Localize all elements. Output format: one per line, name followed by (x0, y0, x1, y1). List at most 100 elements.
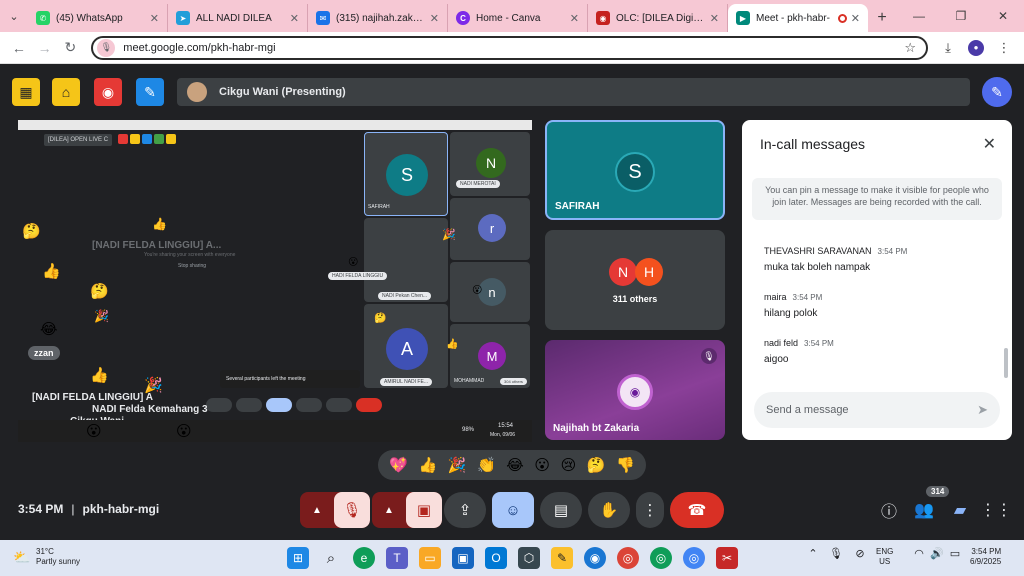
record-extension-icon[interactable]: ◉ (94, 78, 122, 106)
wifi-icon[interactable]: ◠ (912, 547, 926, 560)
clock-time: 3:54 PM (971, 547, 1002, 556)
chat-icon[interactable]: ▰ (948, 498, 972, 522)
reload-button[interactable]: ↻ (58, 35, 84, 61)
people-icon[interactable]: 👥 (912, 498, 936, 522)
microphone-tray-icon[interactable]: 🎙 (828, 547, 844, 560)
reaction-sad[interactable]: 😢 (561, 458, 577, 473)
close-icon[interactable]: ✕ (710, 12, 719, 25)
meeting-info: 3:54 PM | pkh-habr-mgi (18, 502, 159, 516)
activities-icon[interactable]: ⋮⋮ (980, 498, 1012, 522)
tab-olc[interactable]: ◉ OLC: [DILEA Digital Le ✕ (588, 4, 728, 32)
send-icon[interactable]: ➤ (977, 402, 988, 418)
search-icon[interactable]: ⌕ (320, 547, 342, 569)
sticky-notes-icon[interactable]: ✎ (551, 547, 573, 569)
bookmark-star-icon[interactable]: ☆ (904, 40, 916, 56)
close-icon[interactable]: ✕ (570, 12, 579, 25)
store-icon[interactable]: ▣ (452, 547, 474, 569)
reaction-party[interactable]: 🎉 (448, 458, 467, 473)
reactions-button[interactable]: ☺ (492, 492, 534, 528)
microphone-site-icon[interactable]: 🎙 (97, 38, 116, 57)
close-icon[interactable]: ✕ (851, 12, 860, 25)
battery-icon[interactable]: ▭ (948, 547, 962, 560)
close-icon[interactable]: ✕ (150, 12, 159, 25)
tab-gmail[interactable]: ✉ (315) najihah.zakaria@ ✕ (308, 4, 448, 32)
door-extension-icon[interactable]: ⌂ (52, 78, 80, 106)
tab-meet[interactable]: ▶ Meet - pkh-habr- ✕ (728, 4, 868, 32)
avatar-s: S (615, 152, 655, 192)
forward-button[interactable]: → (32, 35, 58, 61)
reaction-laugh[interactable]: 😂 (506, 458, 524, 473)
more-options-button[interactable]: ⋮ (636, 492, 664, 528)
edge-icon[interactable]: e (353, 547, 375, 569)
snipping-tool-icon[interactable]: ✂ (716, 547, 738, 569)
tab-whatsapp[interactable]: ✆ (45) WhatsApp ✕ (28, 4, 168, 32)
copilot-icon[interactable]: ◉ (584, 547, 606, 569)
participant-count-badge: 314 (926, 486, 950, 497)
app-hexagon-icon[interactable]: ⬡ (518, 547, 540, 569)
reaction-surprised[interactable]: 😮 (534, 458, 550, 473)
chrome-profile-icon[interactable]: ◎ (650, 547, 672, 569)
chat-input-box[interactable]: ➤ (754, 392, 1000, 428)
reaction-thumbs-down[interactable]: 👎 (616, 458, 635, 473)
thinking-emoji: 🤔 (374, 313, 387, 324)
address-bar[interactable]: 🎙 meet.google.com/pkh-habr-mgi ☆ (91, 35, 928, 60)
new-tab-button[interactable]: + (868, 4, 896, 32)
tile-others[interactable]: N H 311 others (545, 230, 725, 330)
camera-control-group: ▲ ▣ (372, 492, 442, 528)
menu-kebab-icon[interactable]: ⋮ (990, 35, 1018, 61)
pen-tool-icon[interactable]: ✎ (982, 77, 1012, 107)
minimize-icon[interactable]: — (898, 0, 940, 32)
close-icon[interactable]: ✕ (290, 12, 299, 25)
input-language[interactable]: ENG US (876, 547, 893, 568)
camera-off-button[interactable]: ▣ (406, 492, 442, 528)
message-sender: maira (764, 292, 787, 302)
presenter-avatar (187, 82, 207, 102)
teams-icon[interactable]: T (386, 547, 408, 569)
close-icon[interactable]: ✕ (983, 134, 996, 154)
back-button[interactable]: ← (6, 35, 32, 61)
profile-avatar[interactable]: ● (967, 39, 984, 56)
whatsapp-icon: ✆ (36, 11, 50, 25)
mic-options-chevron-icon[interactable]: ▲ (300, 492, 334, 528)
surprised-emoji: 😮 (348, 257, 359, 268)
captions-button[interactable]: ▤ (540, 492, 582, 528)
reaction-thumbs-up[interactable]: 👍 (419, 458, 438, 473)
screen-avatar-n: N (476, 148, 506, 178)
close-icon[interactable]: ✕ (430, 12, 439, 25)
hide-video-extension-icon[interactable]: ▦ (12, 78, 40, 106)
meeting-details-icon[interactable]: ⓘ (877, 498, 901, 522)
camera-options-chevron-icon[interactable]: ▲ (372, 492, 406, 528)
screen-pill: zzan (28, 346, 60, 360)
message-text: aigoo (764, 354, 789, 365)
restore-icon[interactable]: ❐ (940, 0, 982, 32)
download-icon[interactable]: ⤓ (934, 35, 962, 61)
mic-off-button[interactable]: 🎙 (334, 492, 370, 528)
canva-icon: C (456, 11, 470, 25)
show-hidden-icons[interactable]: ⌃ (806, 547, 820, 560)
outlook-icon[interactable]: O (485, 547, 507, 569)
chat-scrollbar[interactable] (1004, 348, 1008, 378)
chat-message-input[interactable] (766, 404, 978, 416)
attendance-extension-icon[interactable]: ✎ (136, 78, 164, 106)
reaction-thinking[interactable]: 🤔 (587, 458, 606, 473)
close-window-icon[interactable]: ✕ (982, 0, 1024, 32)
reaction-heart[interactable]: 💖 (389, 458, 408, 473)
present-button[interactable]: ⇪ (444, 492, 486, 528)
tile-najihah[interactable]: ◉ 🎙 Najihah bt Zakaria (545, 340, 725, 440)
reaction-clap[interactable]: 👏 (477, 458, 496, 473)
tab-search-icon[interactable]: ⌄ (0, 0, 28, 32)
chrome-app-icon[interactable]: ◎ (683, 547, 705, 569)
system-clock[interactable]: 3:54 PM 6/9/2025 (970, 547, 1001, 568)
speaker-icon[interactable]: 🔊 (930, 547, 944, 560)
leave-call-button[interactable]: ☎ (670, 492, 724, 528)
chrome-icon[interactable]: ◎ (617, 547, 639, 569)
tab-telegram[interactable]: ➤ ALL NADI DILEA ✕ (168, 4, 308, 32)
weather-widget[interactable]: ⛅ 31°C Partly sunny (12, 547, 80, 568)
file-explorer-icon[interactable]: ▭ (419, 547, 441, 569)
tile-safirah[interactable]: S SAFIRAH (545, 120, 725, 220)
raise-hand-button[interactable]: ✋ (588, 492, 630, 528)
tab-canva[interactable]: C Home - Canva ✕ (448, 4, 588, 32)
mic-muted-tray-icon[interactable]: ⊘ (852, 547, 868, 560)
chat-message: THEVASHRI SARAVANAN 3:54 PM muka tak bole… (764, 246, 907, 273)
windows-start-icon[interactable]: ⊞ (287, 547, 309, 569)
